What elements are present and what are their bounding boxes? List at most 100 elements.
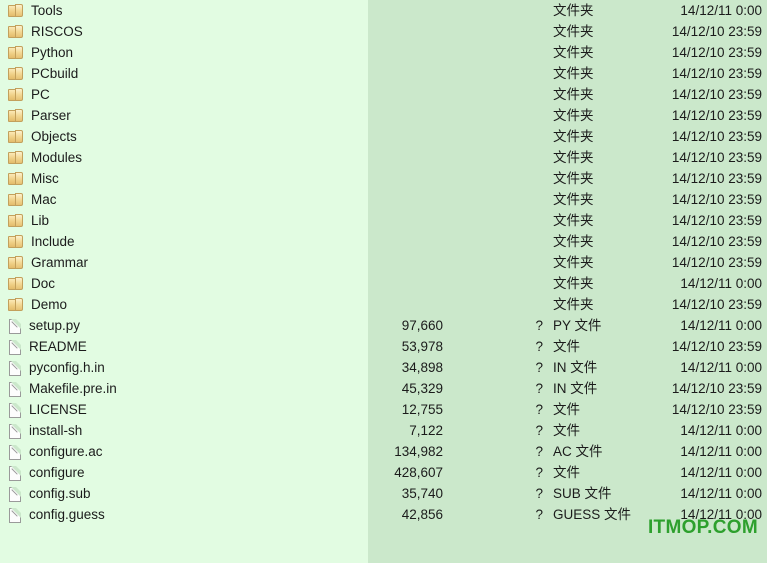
cell-type: 文件夹 [553, 129, 594, 144]
cell-type: 文件夹 [553, 66, 594, 81]
cell-modified-date: 14/12/10 23:59 [671, 129, 762, 144]
file-row[interactable]: pyconfig.h.in 34,898? IN 文件 14/12/11 0:00 [0, 357, 767, 378]
file-row[interactable]: Objects 文件夹 14/12/10 23:59 [0, 126, 767, 147]
cell-compressed-size: ? [535, 402, 543, 417]
file-name-label: install-sh [29, 423, 83, 438]
folder-icon [8, 276, 24, 291]
cell-name[interactable]: configure [8, 462, 85, 483]
file-icon [8, 381, 22, 397]
cell-compressed-size: ? [535, 339, 543, 354]
cell-type: 文件夹 [553, 192, 594, 207]
file-name-label: pyconfig.h.in [29, 360, 105, 375]
cell-name[interactable]: Objects [8, 126, 77, 147]
cell-size: 45,329 [401, 381, 443, 396]
cell-modified-date: 14/12/10 23:59 [671, 108, 762, 123]
cell-name[interactable]: Demo [8, 294, 67, 315]
file-row[interactable]: Demo 文件夹 14/12/10 23:59 [0, 294, 767, 315]
folder-icon [8, 171, 24, 186]
folder-icon [8, 87, 24, 102]
cell-compressed-size: ? [535, 381, 543, 396]
cell-modified-date: 14/12/10 23:59 [671, 255, 762, 270]
cell-name[interactable]: Modules [8, 147, 82, 168]
cell-name[interactable]: pyconfig.h.in [8, 357, 105, 378]
file-row[interactable]: setup.py 97,660? PY 文件 14/12/11 0:00 [0, 315, 767, 336]
cell-compressed-size: ? [535, 444, 543, 459]
cell-size: 134,982 [394, 444, 443, 459]
cell-name[interactable]: LICENSE [8, 399, 87, 420]
folder-icon [8, 129, 24, 144]
file-row[interactable]: Mac 文件夹 14/12/10 23:59 [0, 189, 767, 210]
file-name-label: config.sub [29, 486, 91, 501]
file-row[interactable]: Tools 文件夹 14/12/11 0:00 [0, 0, 767, 21]
folder-icon [8, 297, 24, 312]
file-row[interactable]: Include 文件夹 14/12/10 23:59 [0, 231, 767, 252]
file-list[interactable]: Tools 文件夹 14/12/11 0:00 RISCOS 文件夹 14/12/10 2… [0, 0, 767, 563]
cell-name[interactable]: setup.py [8, 315, 80, 336]
file-icon [8, 465, 22, 481]
cell-type: 文件 [553, 402, 580, 417]
file-row[interactable]: PCbuild 文件夹 14/12/10 23:59 [0, 63, 767, 84]
cell-type: 文件夹 [553, 108, 594, 123]
cell-name[interactable]: Parser [8, 105, 71, 126]
cell-name[interactable]: config.sub [8, 483, 91, 504]
folder-icon [8, 255, 24, 270]
file-row[interactable]: Python 文件夹 14/12/10 23:59 [0, 42, 767, 63]
cell-name[interactable]: Lib [8, 210, 49, 231]
file-row[interactable]: LICENSE 12,755? 文件 14/12/10 23:59 [0, 399, 767, 420]
cell-name[interactable]: config.guess [8, 504, 105, 525]
file-row[interactable]: configure.ac 134,982? AC 文件 14/12/11 0:00 [0, 441, 767, 462]
page-fold-line [14, 403, 21, 410]
cell-modified-date: 14/12/11 0:00 [680, 465, 762, 480]
cell-size: 97,660 [401, 318, 443, 333]
file-row[interactable]: Makefile.pre.in 45,329? IN 文件 14/12/10 23:5… [0, 378, 767, 399]
file-row[interactable]: Grammar 文件夹 14/12/10 23:59 [0, 252, 767, 273]
file-row[interactable]: README 53,978? 文件 14/12/10 23:59 [0, 336, 767, 357]
cell-name[interactable]: Mac [8, 189, 57, 210]
file-name-label: Demo [31, 297, 68, 312]
file-name-label: configure.ac [29, 444, 103, 459]
file-row[interactable]: Misc 文件夹 14/12/10 23:59 [0, 168, 767, 189]
file-row[interactable]: Lib 文件夹 14/12/10 23:59 [0, 210, 767, 231]
file-row[interactable]: PC 文件夹 14/12/10 23:59 [0, 84, 767, 105]
cell-type: 文件夹 [553, 150, 594, 165]
cell-type: 文件 [553, 465, 580, 480]
cell-name[interactable]: Python [8, 42, 73, 63]
file-row[interactable]: Parser 文件夹 14/12/10 23:59 [0, 105, 767, 126]
folder-icon [8, 66, 24, 81]
cell-name[interactable]: Tools [8, 0, 63, 21]
cell-name[interactable]: install-sh [8, 420, 82, 441]
cell-size: 53,978 [401, 339, 443, 354]
folder-icon [8, 3, 24, 18]
file-row[interactable]: configure 428,607? 文件 14/12/11 0:00 [0, 462, 767, 483]
cell-name[interactable]: Doc [8, 273, 55, 294]
cell-name[interactable]: README [8, 336, 87, 357]
cell-compressed-size: ? [535, 318, 543, 333]
cell-type: 文件夹 [553, 24, 594, 39]
file-name-label: PCbuild [31, 66, 79, 81]
page-fold-line [14, 487, 21, 494]
file-row[interactable]: RISCOS 文件夹 14/12/10 23:59 [0, 21, 767, 42]
file-name-label: Include [31, 234, 75, 249]
file-name-label: Mac [31, 192, 57, 207]
file-name-label: config.guess [29, 507, 105, 522]
file-name-label: Parser [31, 108, 71, 123]
file-row[interactable]: Modules 文件夹 14/12/10 23:59 [0, 147, 767, 168]
cell-name[interactable]: Include [8, 231, 75, 252]
cell-name[interactable]: PCbuild [8, 63, 78, 84]
cell-name[interactable]: Grammar [8, 252, 88, 273]
file-row[interactable]: Doc 文件夹 14/12/11 0:00 [0, 273, 767, 294]
file-name-label: README [29, 339, 87, 354]
cell-name[interactable]: configure.ac [8, 441, 103, 462]
file-name-label: Doc [31, 276, 56, 291]
cell-name[interactable]: PC [8, 84, 50, 105]
cell-modified-date: 14/12/10 23:59 [671, 66, 762, 81]
cell-name[interactable]: Misc [8, 168, 59, 189]
cell-type: 文件 [553, 339, 580, 354]
file-icon [8, 339, 22, 355]
cell-size: 34,898 [401, 360, 443, 375]
file-icon [8, 486, 22, 502]
file-row[interactable]: install-sh 7,122? 文件 14/12/11 0:00 [0, 420, 767, 441]
cell-name[interactable]: RISCOS [8, 21, 83, 42]
file-row[interactable]: config.sub 35,740? SUB 文件 14/12/11 0:00 [0, 483, 767, 504]
cell-name[interactable]: Makefile.pre.in [8, 378, 117, 399]
